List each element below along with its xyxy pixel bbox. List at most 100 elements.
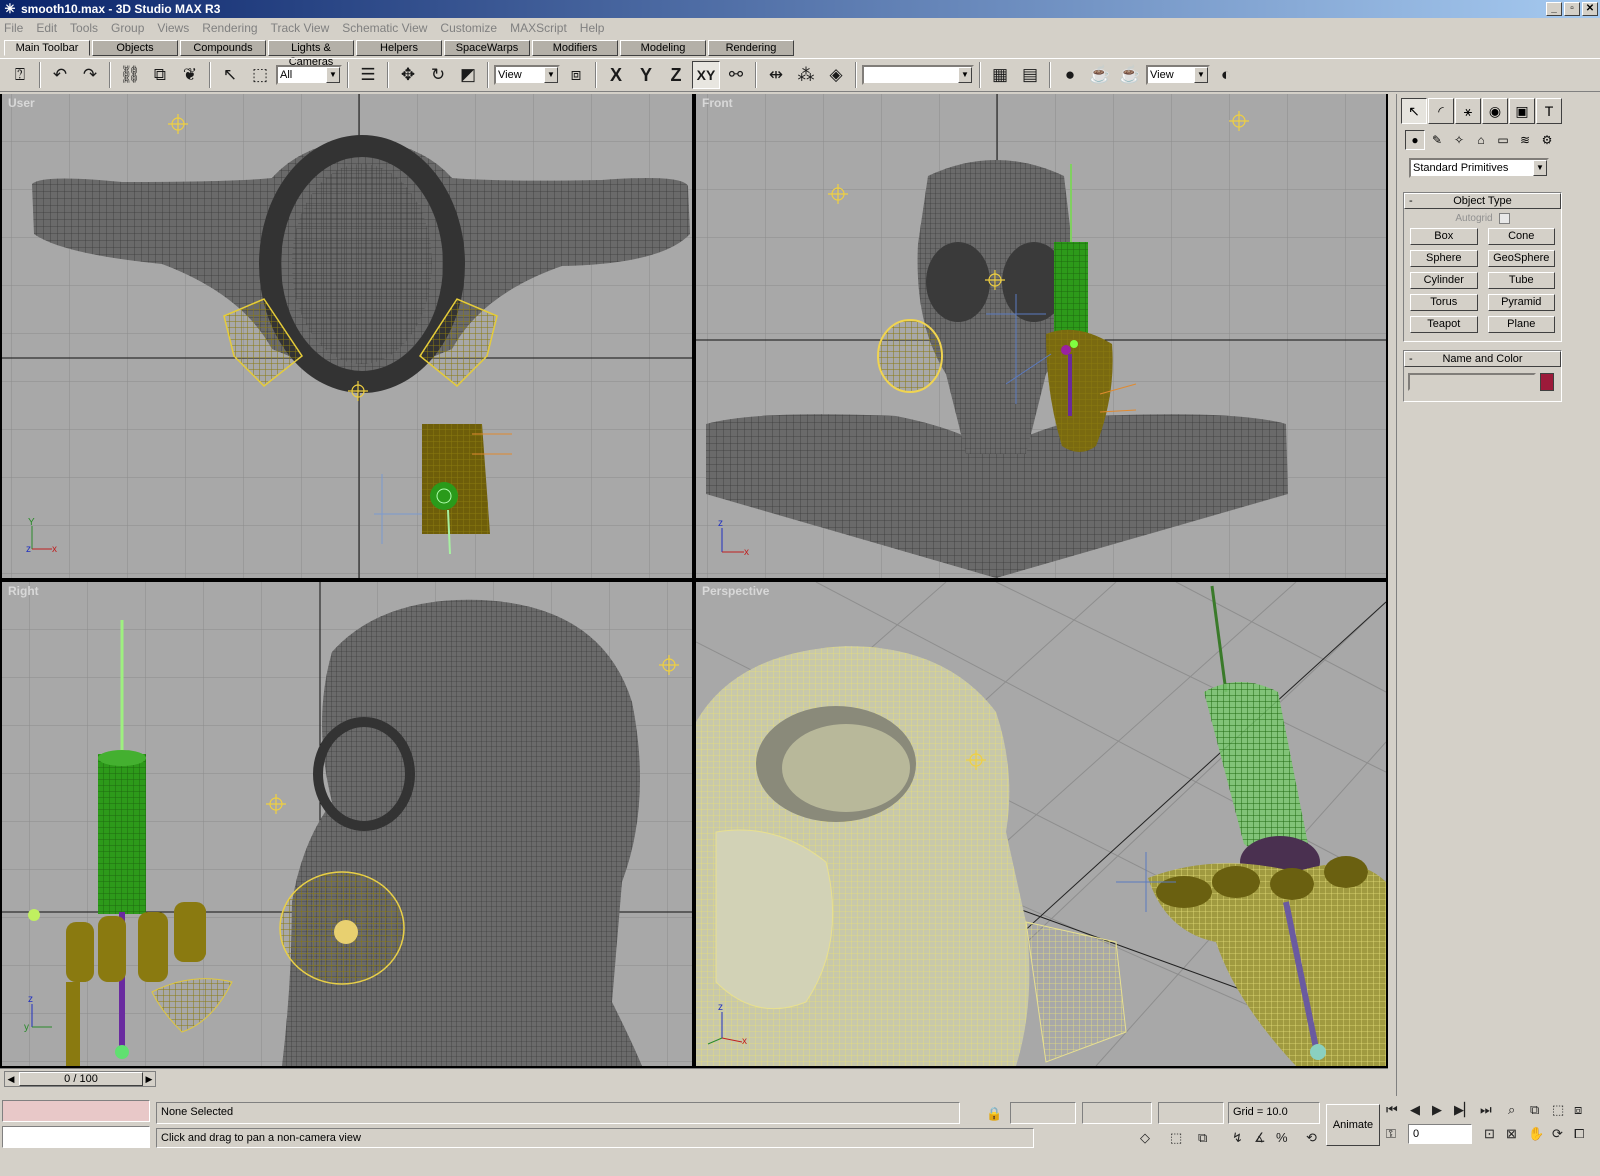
current-frame-field[interactable]: 0 bbox=[1408, 1124, 1472, 1144]
viewport-user[interactable]: Y x z User bbox=[2, 94, 692, 578]
menu-customize[interactable]: Customize bbox=[440, 21, 497, 35]
spinner-snap-icon[interactable]: ⟲ bbox=[1306, 1130, 1317, 1146]
restrict-y-button[interactable]: Y bbox=[632, 61, 660, 89]
tab-rendering[interactable]: Rendering bbox=[708, 40, 794, 56]
maximize-button[interactable]: ▫ bbox=[1564, 2, 1580, 16]
goto-start-icon[interactable]: ⏮ bbox=[1386, 1102, 1398, 1118]
restrict-z-button[interactable]: Z bbox=[662, 61, 690, 89]
torus-button[interactable]: Torus bbox=[1410, 294, 1478, 311]
helpers-icon[interactable]: ▭ bbox=[1493, 130, 1513, 150]
zoom-icon[interactable]: ⌕ bbox=[1508, 1102, 1515, 1118]
time-slider-thumb[interactable]: 0 / 100 bbox=[19, 1072, 143, 1086]
select-and-link-icon[interactable]: ⛓ bbox=[116, 61, 144, 89]
redo-icon[interactable]: ↷ bbox=[76, 61, 104, 89]
schematic-view-icon[interactable]: ▤ bbox=[1016, 61, 1044, 89]
restrict-xy-button[interactable]: XY bbox=[692, 61, 720, 89]
tab-objects[interactable]: Objects bbox=[92, 40, 178, 56]
arc-rotate-icon[interactable]: ⟳ bbox=[1552, 1126, 1563, 1142]
viewport-right[interactable]: z y Right bbox=[2, 582, 692, 1066]
autogrid-checkbox[interactable] bbox=[1498, 213, 1510, 224]
material-editor-icon[interactable]: ● bbox=[1056, 61, 1084, 89]
geosphere-button[interactable]: GeoSphere bbox=[1487, 250, 1555, 267]
motion-tab-icon[interactable]: ◉ bbox=[1482, 98, 1508, 124]
zoom-all-icon[interactable]: ⧉ bbox=[1530, 1102, 1539, 1118]
menu-views[interactable]: Views bbox=[157, 21, 189, 35]
selection-filter-dropdown[interactable]: All ▼ bbox=[276, 65, 342, 85]
object-type-header[interactable]: - Object Type bbox=[1404, 193, 1561, 209]
angle-snap-icon[interactable]: ∡ bbox=[1254, 1130, 1266, 1146]
named-selection-dropdown[interactable]: ▼ bbox=[862, 65, 974, 85]
chevron-right-icon[interactable]: ▶ bbox=[143, 1072, 155, 1086]
tube-button[interactable]: Tube bbox=[1487, 272, 1555, 289]
menu-tools[interactable]: Tools bbox=[70, 21, 98, 35]
min-max-toggle-icon[interactable]: ⧠ bbox=[1574, 1126, 1584, 1142]
menu-group[interactable]: Group bbox=[111, 21, 144, 35]
goto-end-icon[interactable]: ⏭ bbox=[1480, 1102, 1492, 1118]
render-view-dropdown[interactable]: View ▼ bbox=[1146, 65, 1210, 85]
object-color-swatch[interactable] bbox=[1540, 373, 1554, 391]
systems-icon[interactable]: ⚙ bbox=[1537, 130, 1557, 150]
menu-file[interactable]: File bbox=[4, 21, 23, 35]
select-and-rotate-icon[interactable]: ↻ bbox=[424, 61, 452, 89]
tab-main-toolbar[interactable]: Main Toolbar bbox=[4, 40, 90, 56]
sphere-button[interactable]: Sphere bbox=[1410, 250, 1478, 267]
viewport-perspective[interactable]: z x Perspective bbox=[696, 582, 1386, 1066]
name-color-header[interactable]: - Name and Color bbox=[1404, 351, 1561, 367]
menu-schematic-view[interactable]: Schematic View bbox=[342, 21, 427, 35]
snap-2d-icon[interactable]: ↯ bbox=[1232, 1130, 1243, 1146]
cylinder-button[interactable]: Cylinder bbox=[1410, 272, 1478, 289]
tab-modeling[interactable]: Modeling bbox=[620, 40, 706, 56]
field-of-view-icon[interactable]: ⊠ bbox=[1506, 1126, 1517, 1142]
hierarchy-tab-icon[interactable]: ⚹ bbox=[1455, 98, 1481, 124]
tab-spacewarps[interactable]: SpaceWarps bbox=[444, 40, 530, 56]
viewport-front[interactable]: z x Front bbox=[696, 94, 1386, 578]
key-mode-icon[interactable]: ⚿ bbox=[1386, 1126, 1396, 1142]
select-by-name-icon[interactable]: ☰ bbox=[354, 61, 382, 89]
menu-help[interactable]: Help bbox=[580, 21, 605, 35]
tab-lights-cameras[interactable]: Lights & Cameras bbox=[268, 40, 354, 68]
previous-frame-icon[interactable]: ◀ bbox=[1410, 1102, 1420, 1118]
menu-rendering[interactable]: Rendering bbox=[202, 21, 257, 35]
snap-toggle-icon[interactable]: ⧉ bbox=[1198, 1130, 1207, 1146]
z-coordinate-field[interactable] bbox=[1158, 1102, 1224, 1124]
track-view-icon[interactable]: ▦ bbox=[986, 61, 1014, 89]
select-object-icon[interactable]: ↖ bbox=[216, 61, 244, 89]
play-icon[interactable]: ▶ bbox=[1432, 1102, 1442, 1118]
box-button[interactable]: Box bbox=[1410, 228, 1478, 245]
spacewarps-icon[interactable]: ≋ bbox=[1515, 130, 1535, 150]
viewport-label-perspective[interactable]: Perspective bbox=[702, 584, 769, 598]
close-button[interactable]: ✕ bbox=[1582, 2, 1598, 16]
create-tab-icon[interactable]: ↖ bbox=[1401, 98, 1427, 124]
modify-tab-icon[interactable]: ◜ bbox=[1428, 98, 1454, 124]
zoom-extents-all-icon[interactable]: ⧈ bbox=[1574, 1102, 1582, 1118]
tab-compounds[interactable]: Compounds bbox=[180, 40, 266, 56]
object-name-field[interactable] bbox=[1408, 373, 1536, 391]
render-scene-icon[interactable]: ☕ bbox=[1086, 61, 1114, 89]
select-and-move-icon[interactable]: ✥ bbox=[394, 61, 422, 89]
mirror-icon[interactable]: ⇹ bbox=[762, 61, 790, 89]
tab-helpers[interactable]: Helpers bbox=[356, 40, 442, 56]
undo-icon[interactable]: ↶ bbox=[46, 61, 74, 89]
help-pointer-icon[interactable]: ⍰ bbox=[6, 61, 34, 89]
bind-to-spacewarp-icon[interactable]: ❦ bbox=[176, 61, 204, 89]
utilities-tab-icon[interactable]: T bbox=[1536, 98, 1562, 124]
y-coordinate-field[interactable] bbox=[1082, 1102, 1152, 1124]
region-zoom-icon[interactable]: ⊡ bbox=[1484, 1126, 1495, 1142]
tab-modifiers[interactable]: Modifiers bbox=[532, 40, 618, 56]
minimize-button[interactable]: _ bbox=[1546, 2, 1562, 16]
pivot-center-icon[interactable]: ⧈ bbox=[562, 61, 590, 89]
cameras-icon[interactable]: ⌂ bbox=[1471, 130, 1491, 150]
inverse-kinematics-icon[interactable]: ⚯ bbox=[722, 61, 750, 89]
display-tab-icon[interactable]: ▣ bbox=[1509, 98, 1535, 124]
cone-button[interactable]: Cone bbox=[1487, 228, 1555, 245]
menu-edit[interactable]: Edit bbox=[36, 21, 57, 35]
degradation-override-icon[interactable]: ◇ bbox=[1140, 1130, 1150, 1146]
animate-button[interactable]: Animate bbox=[1326, 1104, 1380, 1146]
percent-snap-icon[interactable]: % bbox=[1276, 1130, 1288, 1145]
zoom-extents-icon[interactable]: ⬚ bbox=[1552, 1102, 1564, 1118]
menu-track-view[interactable]: Track View bbox=[271, 21, 330, 35]
time-slider[interactable]: ◀ 0 / 100 ▶ bbox=[4, 1071, 156, 1087]
array-icon[interactable]: ⁂ bbox=[792, 61, 820, 89]
maxscript-input-field[interactable] bbox=[2, 1126, 150, 1148]
x-coordinate-field[interactable] bbox=[1010, 1102, 1076, 1124]
